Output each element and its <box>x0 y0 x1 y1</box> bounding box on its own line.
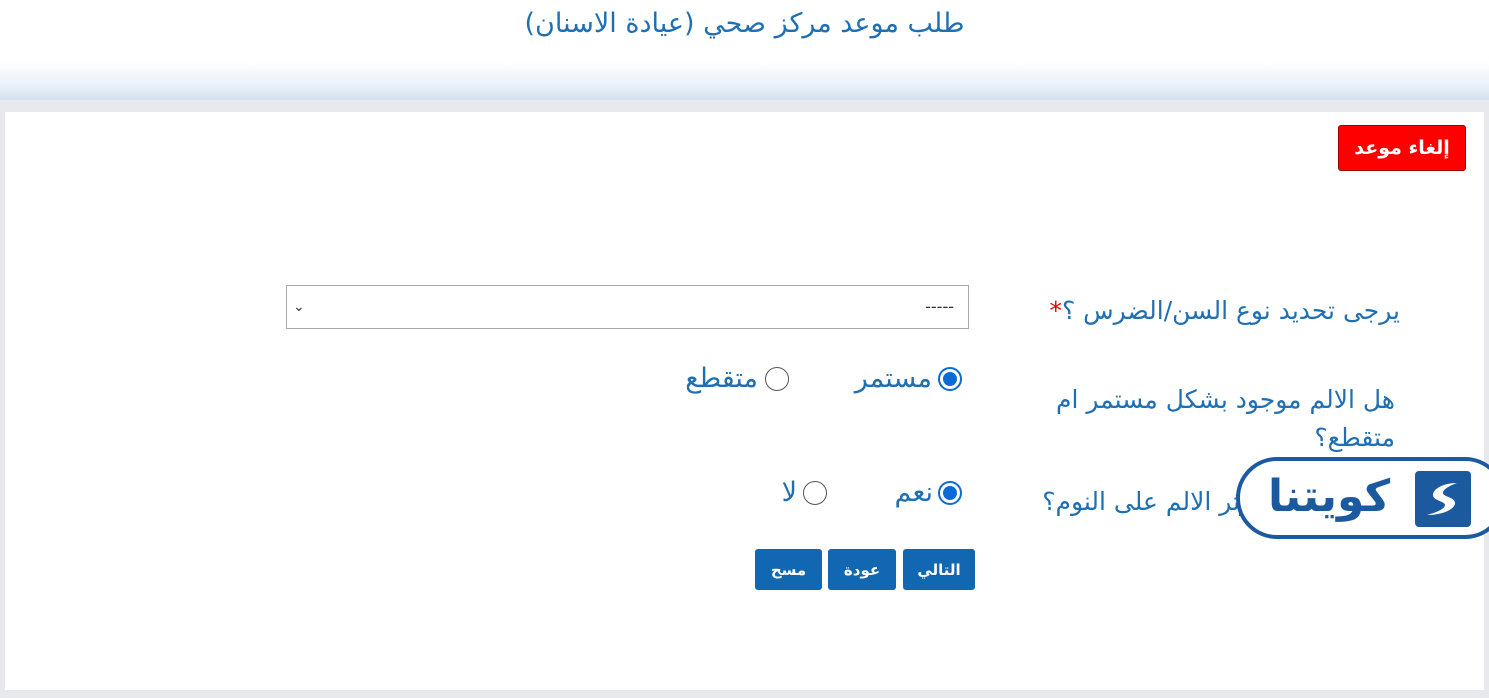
tooth-type-select[interactable]: ----- ⌄ <box>286 285 969 329</box>
brand-logo-text: كويتنا <box>1268 471 1391 522</box>
intermittent-radio-label[interactable]: متقطع <box>660 361 758 397</box>
required-asterisk: * <box>1049 296 1062 325</box>
continuous-radio[interactable] <box>938 367 962 391</box>
chevron-down-icon: ⌄ <box>293 299 305 315</box>
yes-radio-label[interactable]: نعم <box>873 475 933 511</box>
continuous-radio-label[interactable]: مستمر <box>840 361 932 397</box>
page-title: طلب موعد مركز صحي (عيادة الاسنان) <box>524 8 965 39</box>
no-radio-label[interactable]: لا <box>767 475 797 511</box>
no-radio[interactable] <box>803 481 827 505</box>
back-button[interactable]: عودة <box>828 549 896 590</box>
page-header: طلب موعد مركز صحي (عيادة الاسنان) <box>0 0 1489 100</box>
lightning-icon <box>1415 471 1471 527</box>
brand-logo: كويتنا <box>1236 457 1489 539</box>
clear-button[interactable]: مسح <box>755 549 822 590</box>
content-frame: إلغاء موعد يرجى تحديد نوع السن/الضرس ؟* … <box>0 100 1489 698</box>
form-card: إلغاء موعد يرجى تحديد نوع السن/الضرس ؟* … <box>5 112 1484 690</box>
intermittent-radio[interactable] <box>765 367 789 391</box>
next-button[interactable]: التالي <box>903 549 975 590</box>
yes-radio[interactable] <box>938 481 962 505</box>
pain-continuity-label: هل الالم موجود بشكل مستمر ام متقطع؟ <box>1055 385 1395 452</box>
tooth-type-label: يرجى تحديد نوع السن/الضرس ؟* <box>1000 292 1400 330</box>
tooth-type-label-text: يرجى تحديد نوع السن/الضرس ؟ <box>1061 296 1400 325</box>
tooth-type-selected-value: ----- <box>925 297 954 316</box>
cancel-appointment-button[interactable]: إلغاء موعد <box>1338 125 1466 171</box>
